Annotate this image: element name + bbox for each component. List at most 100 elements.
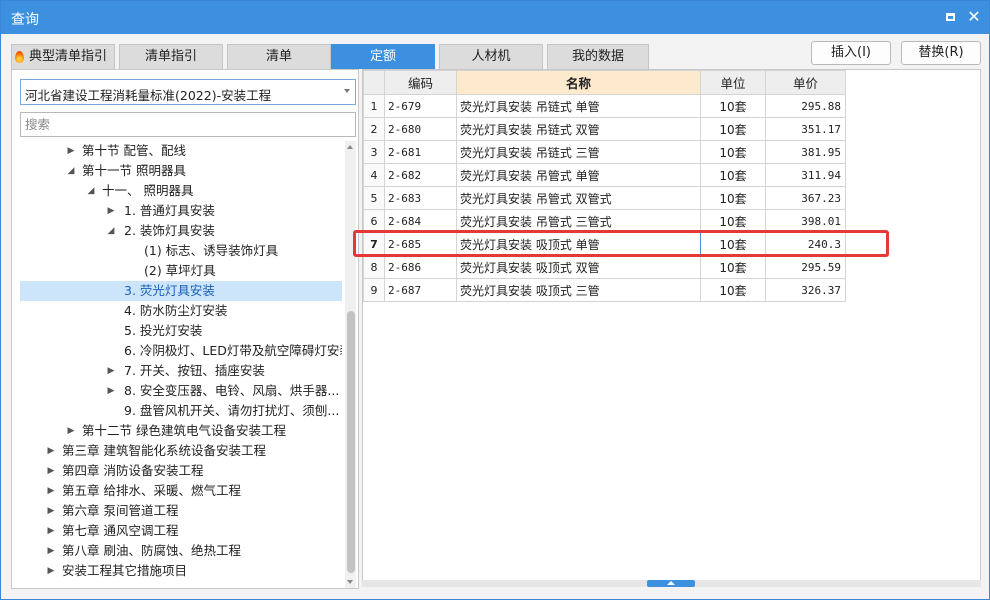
cell-name[interactable]: 荧光灯具安装 吊管式 双管式 [456,186,701,210]
collapse-arrow-icon[interactable]: ◢ [86,181,96,201]
cell-name[interactable]: 荧光灯具安装 吸顶式 单管 [456,232,701,256]
maximize-icon[interactable] [942,9,958,25]
cell-price[interactable]: 295.59 [765,255,846,279]
cell-unit[interactable]: 10套 [700,117,766,141]
table-row-current[interactable]: 7 2-685 荧光灯具安装 吸顶式 单管 10套 240.3 [363,232,846,256]
tree-item[interactable]: (1) 标志、诱导装饰灯具 [20,241,342,261]
cell-code[interactable]: 2-681 [384,140,457,164]
scroll-up-icon[interactable] [347,145,353,149]
table-row[interactable]: 6 2-684 荧光灯具安装 吊管式 三管式 10套 398.01 [363,209,846,233]
table-row[interactable]: 1 2-679 荧光灯具安装 吊链式 单管 10套 295.88 [363,94,846,118]
tree-item[interactable]: ▶ 安装工程其它措施项目 [20,561,342,581]
header-unit[interactable]: 单位 [700,70,766,95]
header-name[interactable]: 名称 [456,70,701,95]
replace-button[interactable]: 替换(R) [901,41,981,65]
cell-price[interactable]: 240.3 [765,232,846,256]
tree-item[interactable]: ◢ 第十一节 照明器具 [20,161,342,181]
cell-name[interactable]: 荧光灯具安装 吊链式 双管 [456,117,701,141]
cell-unit[interactable]: 10套 [700,255,766,279]
tree-item[interactable]: ▶ 第三章 建筑智能化系统设备安装工程 [20,441,342,461]
tree-item[interactable]: ▶ 第六章 泵间管道工程 [20,501,342,521]
tree-scrollbar[interactable] [345,141,356,588]
cell-code[interactable]: 2-684 [384,209,457,233]
cell-price[interactable]: 311.94 [765,163,846,187]
close-icon[interactable]: ✕ [966,9,982,25]
cell-name[interactable]: 荧光灯具安装 吊链式 单管 [456,94,701,118]
insert-button[interactable]: 插入(I) [811,41,891,65]
cell-price[interactable]: 351.17 [765,117,846,141]
cell-name[interactable]: 荧光灯具安装 吸顶式 双管 [456,255,701,279]
header-price[interactable]: 单价 [765,70,846,95]
expand-arrow-icon[interactable]: ▶ [46,541,56,561]
cell-code[interactable]: 2-680 [384,117,457,141]
tab-quota[interactable]: 定额 [331,44,435,69]
cell-unit[interactable]: 10套 [700,209,766,233]
tree-item[interactable]: ▶ 第十二节 绿色建筑电气设备安装工程 [20,421,342,441]
expand-arrow-icon[interactable]: ▶ [46,481,56,501]
standard-select[interactable]: 河北省建设工程消耗量标准(2022)-安装工程 [20,79,356,105]
table-row[interactable]: 2 2-680 荧光灯具安装 吊链式 双管 10套 351.17 [363,117,846,141]
tree-item[interactable]: ▶ 第四章 消防设备安装工程 [20,461,342,481]
tree-item[interactable]: 6. 冷阴极灯、LED灯带及航空障碍灯安装 [20,341,342,361]
cell-name[interactable]: 荧光灯具安装 吊管式 三管式 [456,209,701,233]
tree-item[interactable]: ◢ 十一、 照明器具 [20,181,342,201]
cell-unit[interactable]: 10套 [700,140,766,164]
search-input[interactable] [20,112,356,137]
tree-item[interactable]: ▶ 第十节 配管、配线 [20,141,342,161]
tree-item[interactable]: ▶ 第五章 给排水、采暖、燃气工程 [20,481,342,501]
cell-name[interactable]: 荧光灯具安装 吸顶式 三管 [456,278,701,302]
cell-price[interactable]: 381.95 [765,140,846,164]
tab-labor-material-machine[interactable]: 人材机 [439,44,543,69]
scroll-down-icon[interactable] [347,580,353,584]
expand-arrow-icon[interactable]: ▶ [66,141,76,161]
cell-unit[interactable]: 10套 [700,163,766,187]
collapse-arrow-icon[interactable]: ◢ [106,221,116,241]
cell-unit[interactable]: 10套 [700,278,766,302]
cell-code[interactable]: 2-679 [384,94,457,118]
cell-name[interactable]: 荧光灯具安装 吊管式 单管 [456,163,701,187]
cell-unit[interactable]: 10套 [700,186,766,210]
cell-code[interactable]: 2-683 [384,186,457,210]
tab-my-data[interactable]: 我的数据 [547,44,649,69]
table-row[interactable]: 5 2-683 荧光灯具安装 吊管式 双管式 10套 367.23 [363,186,846,210]
expand-arrow-icon[interactable]: ▶ [46,461,56,481]
expand-arrow-icon[interactable]: ▶ [106,381,116,401]
cell-code[interactable]: 2-682 [384,163,457,187]
expand-arrow-icon[interactable]: ▶ [106,361,116,381]
tree-item[interactable]: ▶ 8. 安全变压器、电铃、风扇、烘手器... [20,381,342,401]
title-bar[interactable]: 查询 ✕ [1,1,989,34]
expand-arrow-icon[interactable]: ▶ [46,521,56,541]
cell-unit[interactable]: 10套 [700,94,766,118]
table-row[interactable]: 3 2-681 荧光灯具安装 吊链式 三管 10套 381.95 [363,140,846,164]
collapse-arrow-icon[interactable]: ◢ [66,161,76,181]
expand-arrow-icon[interactable]: ▶ [46,441,56,461]
cell-code[interactable]: 2-686 [384,255,457,279]
cell-price[interactable]: 295.88 [765,94,846,118]
tree-item[interactable]: 4. 防水防尘灯安装 [20,301,342,321]
header-code[interactable]: 编码 [384,70,457,95]
tree-item[interactable]: ▶ 第八章 刷油、防腐蚀、绝热工程 [20,541,342,561]
expand-arrow-icon[interactable]: ▶ [106,201,116,221]
table-row[interactable]: 9 2-687 荧光灯具安装 吸顶式 三管 10套 326.37 [363,278,846,302]
scroll-thumb[interactable] [347,311,355,573]
table-row[interactable]: 8 2-686 荧光灯具安装 吸顶式 双管 10套 295.59 [363,255,846,279]
tab-typical-list-guide[interactable]: 典型清单指引 [11,44,115,69]
tree-item[interactable]: ◢ 2. 装饰灯具安装 [20,221,342,241]
cell-price[interactable]: 398.01 [765,209,846,233]
tree-item[interactable]: 9. 盘管风机开关、请勿打扰灯、须刨... [20,401,342,421]
expand-arrow-icon[interactable]: ▶ [46,501,56,521]
tree-item[interactable]: ▶ 1. 普通灯具安装 [20,201,342,221]
tree-item-selected[interactable]: 3. 荧光灯具安装 [20,281,342,301]
expand-arrow-icon[interactable]: ▶ [66,421,76,441]
tree-item[interactable]: 5. 投光灯安装 [20,321,342,341]
tab-list-guide[interactable]: 清单指引 [119,44,223,69]
tab-list[interactable]: 清单 [227,44,331,69]
cell-code[interactable]: 2-685 [384,232,457,256]
cell-unit[interactable]: 10套 [700,232,766,256]
expand-arrow-icon[interactable]: ▶ [46,561,56,581]
cell-price[interactable]: 326.37 [765,278,846,302]
table-row[interactable]: 4 2-682 荧光灯具安装 吊管式 单管 10套 311.94 [363,163,846,187]
cell-code[interactable]: 2-687 [384,278,457,302]
tree-item[interactable]: ▶ 第七章 通风空调工程 [20,521,342,541]
tree-item[interactable]: ▶ 7. 开关、按钮、插座安装 [20,361,342,381]
